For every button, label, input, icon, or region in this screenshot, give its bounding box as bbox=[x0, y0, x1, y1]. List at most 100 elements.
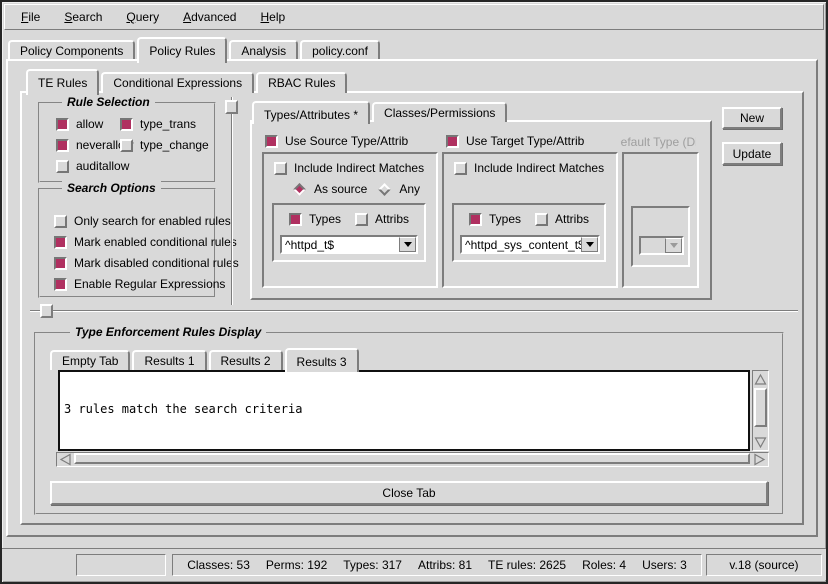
menu-advanced-accel: A bbox=[183, 10, 191, 24]
scroll-left-arrow-icon[interactable] bbox=[58, 453, 73, 465]
checkbox-type-trans[interactable]: type_trans bbox=[120, 117, 209, 131]
radio-as-source-indicator[interactable] bbox=[293, 183, 306, 196]
horizontal-sash-handle[interactable] bbox=[40, 304, 53, 318]
source-type-combobox-value[interactable]: ^httpd_t$ bbox=[282, 237, 399, 252]
results-horizontal-scrollbar[interactable] bbox=[56, 452, 769, 467]
checkbox-allow-indicator[interactable] bbox=[56, 118, 69, 131]
menu-advanced[interactable]: Advanced bbox=[173, 7, 246, 27]
tab-empty-tab[interactable]: Empty Tab bbox=[50, 350, 130, 370]
target-type-combobox-button[interactable] bbox=[581, 237, 598, 252]
results-vertical-scrollbar[interactable] bbox=[752, 370, 769, 451]
close-tab-button[interactable]: Close Tab bbox=[50, 481, 768, 505]
tab-results-1[interactable]: Results 1 bbox=[132, 350, 206, 370]
checkbox-source-types-indicator[interactable] bbox=[289, 213, 302, 226]
update-button[interactable]: Update bbox=[722, 142, 782, 165]
tab-results-2[interactable]: Results 2 bbox=[209, 350, 283, 370]
scroll-down-arrow-icon[interactable] bbox=[754, 435, 767, 449]
checkbox-mark-disabled-conditional-indicator[interactable] bbox=[54, 257, 67, 270]
radio-any-indicator[interactable] bbox=[378, 183, 391, 196]
checkbox-use-source[interactable]: Use Source Type/Attrib bbox=[265, 134, 408, 148]
checkbox-use-source-indicator[interactable] bbox=[265, 135, 278, 148]
checkbox-mark-enabled-conditional-indicator[interactable] bbox=[54, 236, 67, 249]
tab-policy-rules[interactable]: Policy Rules bbox=[137, 37, 227, 63]
status-te-rules: TE rules: 2625 bbox=[488, 558, 566, 572]
tab-results-3[interactable]: Results 3 bbox=[285, 348, 359, 372]
status-panel-empty bbox=[76, 554, 166, 576]
source-attribs-label: Attribs bbox=[375, 212, 409, 226]
checkbox-type-change-indicator[interactable] bbox=[120, 139, 133, 152]
checkbox-only-enabled-rules-indicator[interactable] bbox=[54, 215, 67, 228]
checkbox-use-target-indicator[interactable] bbox=[446, 135, 459, 148]
status-attribs: Attribs: 81 bbox=[418, 558, 472, 572]
menu-file[interactable]: File bbox=[11, 7, 50, 27]
menu-search[interactable]: Search bbox=[54, 7, 112, 27]
tab-policy-components[interactable]: Policy Components bbox=[8, 40, 135, 61]
menu-help[interactable]: Help bbox=[250, 7, 295, 27]
tab-types-attributes[interactable]: Types/Attributes * bbox=[252, 101, 370, 124]
checkbox-type-change[interactable]: type_change bbox=[120, 138, 209, 152]
use-target-label: Use Target Type/Attrib bbox=[466, 134, 584, 148]
checkbox-auditallow-label: auditallow bbox=[76, 159, 129, 173]
scroll-up-arrow-icon[interactable] bbox=[754, 372, 767, 386]
results-text-area[interactable]: 3 rules match the search criteria (5822)… bbox=[58, 370, 750, 451]
checkbox-allow[interactable]: allow bbox=[56, 117, 120, 131]
checkbox-allow-label: allow bbox=[76, 117, 103, 131]
checkbox-target-attribs-indicator[interactable] bbox=[535, 213, 548, 226]
target-type-combobox-value[interactable]: ^httpd_sys_content_t$ bbox=[462, 237, 581, 252]
vertical-sash-handle[interactable] bbox=[225, 100, 238, 114]
checkbox-target-types[interactable]: Types bbox=[469, 212, 521, 226]
default-type-combobox-value bbox=[641, 238, 665, 253]
vertical-scroll-thumb[interactable] bbox=[754, 388, 767, 427]
checkbox-target-attribs[interactable]: Attribs bbox=[535, 212, 589, 226]
source-type-combobox[interactable]: ^httpd_t$ bbox=[280, 235, 418, 254]
target-frame: Include Indirect Matches Types Attribs ^… bbox=[442, 152, 618, 288]
new-button[interactable]: New bbox=[722, 107, 782, 129]
checkbox-type-change-label: type_change bbox=[140, 138, 209, 152]
search-options-title: Search Options bbox=[62, 181, 161, 195]
target-indirect-label: Include Indirect Matches bbox=[474, 161, 604, 175]
checkbox-enable-regex-indicator[interactable] bbox=[54, 278, 67, 291]
search-options-groupbox: Search Options Only search for enabled r… bbox=[38, 188, 216, 298]
tab-analysis[interactable]: Analysis bbox=[229, 40, 298, 61]
results-blank-line bbox=[64, 444, 744, 451]
menu-query[interactable]: Query bbox=[116, 7, 169, 27]
checkbox-target-indirect[interactable]: Include Indirect Matches bbox=[454, 161, 604, 175]
source-type-combobox-button[interactable] bbox=[399, 237, 416, 252]
tab-classes-permissions[interactable]: Classes/Permissions bbox=[372, 102, 507, 122]
horizontal-sash[interactable] bbox=[30, 310, 798, 312]
target-type-combobox[interactable]: ^httpd_sys_content_t$ bbox=[460, 235, 600, 254]
checkbox-source-indirect[interactable]: Include Indirect Matches bbox=[274, 161, 424, 175]
checkbox-target-types-indicator[interactable] bbox=[469, 213, 482, 226]
checkbox-only-enabled-rules[interactable]: Only search for enabled rules bbox=[54, 214, 239, 228]
tab-rbac-rules[interactable]: RBAC Rules bbox=[256, 72, 347, 93]
horizontal-scroll-thumb[interactable] bbox=[74, 453, 750, 464]
rules-tab-bar: TE Rules Conditional Expressions RBAC Ru… bbox=[26, 68, 349, 93]
radio-as-source[interactable]: As source bbox=[292, 182, 367, 196]
status-classes: Classes: 53 bbox=[187, 558, 250, 572]
chevron-down-icon bbox=[670, 243, 678, 248]
tab-policy-conf[interactable]: policy.conf bbox=[300, 40, 380, 61]
use-source-label: Use Source Type/Attrib bbox=[285, 134, 408, 148]
checkbox-auditallow[interactable]: auditallow bbox=[56, 159, 120, 173]
vertical-sash[interactable] bbox=[231, 97, 233, 305]
checkbox-use-target[interactable]: Use Target Type/Attrib bbox=[446, 134, 584, 148]
radio-any[interactable]: Any bbox=[377, 182, 420, 196]
checkbox-target-indirect-indicator[interactable] bbox=[454, 162, 467, 175]
status-roles: Roles: 4 bbox=[582, 558, 626, 572]
checkbox-neverallow-indicator[interactable] bbox=[56, 139, 69, 152]
tab-conditional-expressions[interactable]: Conditional Expressions bbox=[101, 72, 254, 93]
checkbox-type-trans-indicator[interactable] bbox=[120, 118, 133, 131]
checkbox-source-attribs-indicator[interactable] bbox=[355, 213, 368, 226]
checkbox-auditallow-indicator[interactable] bbox=[56, 160, 69, 173]
checkbox-source-indirect-indicator[interactable] bbox=[274, 162, 287, 175]
checkbox-mark-disabled-conditional[interactable]: Mark disabled conditional rules bbox=[54, 256, 239, 270]
menu-query-accel: Q bbox=[126, 10, 135, 24]
checkbox-neverallow[interactable]: neverallow bbox=[56, 138, 120, 152]
tab-te-rules[interactable]: TE Rules bbox=[26, 69, 99, 95]
checkbox-source-attribs[interactable]: Attribs bbox=[355, 212, 409, 226]
checkbox-mark-enabled-conditional[interactable]: Mark enabled conditional rules bbox=[54, 235, 239, 249]
scroll-right-arrow-icon[interactable] bbox=[752, 453, 767, 465]
types-attribs-tab-bar: Types/Attributes * Classes/Permissions bbox=[252, 99, 509, 122]
checkbox-source-types[interactable]: Types bbox=[289, 212, 341, 226]
checkbox-enable-regex[interactable]: Enable Regular Expressions bbox=[54, 277, 239, 291]
